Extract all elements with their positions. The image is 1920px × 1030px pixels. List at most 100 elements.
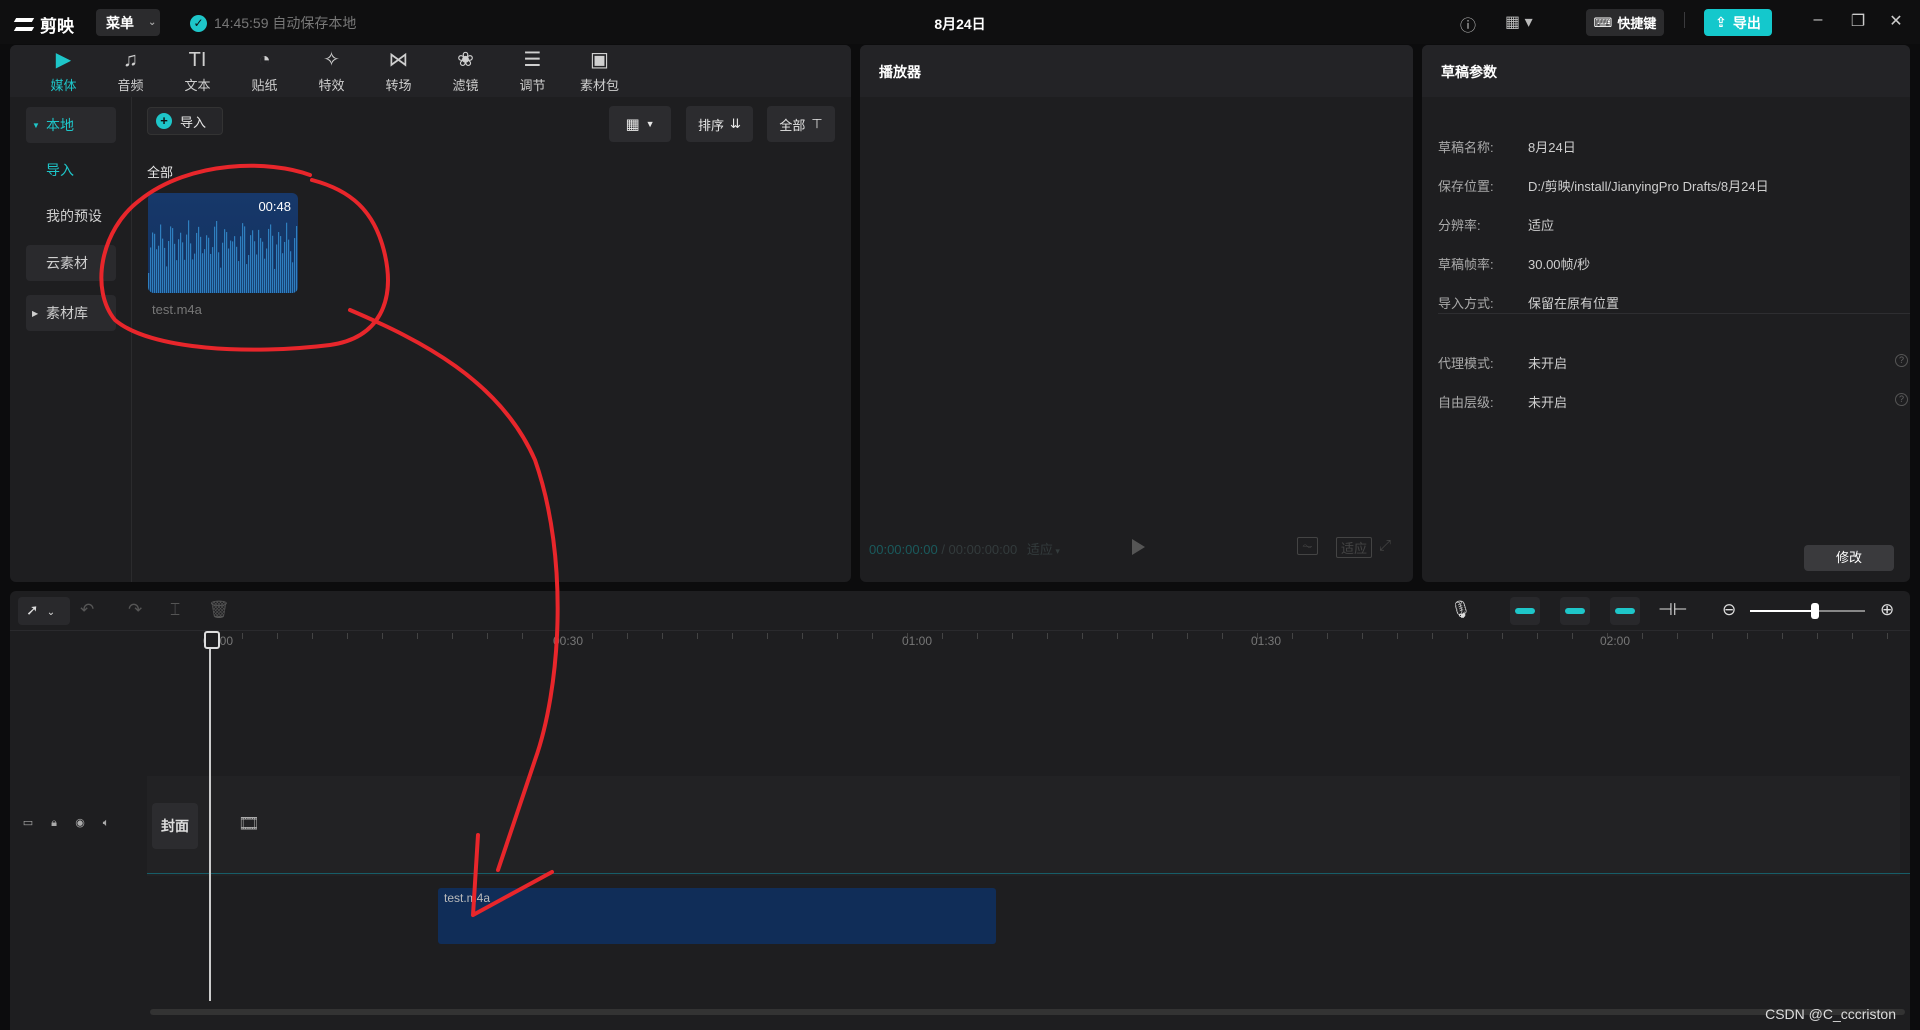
tab-sticker[interactable]: ◔ 贴纸 bbox=[231, 45, 298, 97]
tab-label: 素材包 bbox=[579, 77, 619, 93]
section-label-all: 全部 bbox=[147, 165, 174, 180]
ruler-tick bbox=[732, 633, 733, 639]
media-panel: ▶ 媒体 ♫ 音频 TI 文本 ◔ 贴纸 ✧ 特效 ⋈ 转场 ❀ 滤镜 ☰ 调节 ▣ 素材包 ▼ 本地 导入 我的… bbox=[10, 45, 851, 582]
ruler-tick bbox=[1362, 633, 1363, 639]
lock-icon[interactable]: 🔒︎ bbox=[46, 815, 62, 831]
main-track-magnet-toggle[interactable] bbox=[1510, 597, 1540, 625]
select-tool-button[interactable]: ➚ ⌄ bbox=[18, 597, 70, 625]
draft-row-value: 未开启 bbox=[1528, 356, 1568, 371]
main-track[interactable] bbox=[147, 776, 1900, 876]
ruler-tick bbox=[242, 633, 243, 639]
effects-icon: ✧ bbox=[323, 48, 340, 71]
export-label: 导出 bbox=[1732, 14, 1761, 31]
sidebar-item-label: 导入 bbox=[46, 162, 74, 178]
preview-axis-icon[interactable]: ⊣⊢ bbox=[1658, 600, 1688, 620]
ruler-tick bbox=[697, 633, 698, 639]
sidebar-item-presets[interactable]: 我的预设 bbox=[26, 198, 116, 234]
sort-button[interactable]: 排序 ⇊ bbox=[686, 106, 753, 142]
view-mode-button[interactable]: ▦ ▼ bbox=[609, 106, 671, 142]
menu-button[interactable]: 菜单 ⌄ bbox=[96, 9, 160, 36]
fullscreen-icon[interactable]: ⤢ bbox=[1375, 537, 1395, 554]
current-time: 00:00:00:00 bbox=[869, 542, 938, 557]
clip-label: test.m4a bbox=[444, 891, 491, 905]
tab-label: 文本 bbox=[184, 77, 211, 93]
ruler-label: 02:00 bbox=[1600, 634, 1631, 648]
close-icon[interactable]: ✕ bbox=[1886, 11, 1906, 31]
eye-icon[interactable]: ◉ bbox=[72, 815, 88, 831]
play-icon[interactable] bbox=[1132, 539, 1145, 555]
tab-label: 滤镜 bbox=[452, 77, 479, 93]
audio-icon: ♫ bbox=[123, 48, 138, 71]
filter-button[interactable]: 全部 ⊤ bbox=[767, 106, 835, 142]
ruler-tick bbox=[767, 633, 768, 639]
sidebar-item-label: 我的预设 bbox=[46, 208, 102, 224]
speaker-icon[interactable]: 🔈︎ bbox=[98, 815, 114, 831]
tab-transition[interactable]: ⋈ 转场 bbox=[365, 45, 432, 97]
help-icon[interactable]: ? bbox=[1895, 393, 1908, 406]
shortcut-button[interactable]: ⌨ 快捷键 bbox=[1586, 9, 1664, 36]
export-button[interactable]: ⇪ 导出 bbox=[1704, 9, 1772, 36]
undo-icon[interactable]: ↶ bbox=[80, 600, 94, 620]
ruler-tick bbox=[1887, 633, 1888, 639]
audio-clip[interactable]: test.m4a bbox=[438, 888, 996, 944]
film-icon[interactable]: 🎞︎ bbox=[238, 814, 260, 834]
media-thumbnail[interactable]: 00:48 bbox=[148, 193, 298, 293]
ruler-tick bbox=[1117, 633, 1118, 639]
tab-adjust[interactable]: ☰ 调节 bbox=[499, 45, 566, 97]
microphone-icon[interactable]: 🎙 bbox=[1450, 600, 1472, 620]
minimize-icon[interactable]: – bbox=[1808, 11, 1828, 29]
timecode: 00:00:00:00 / 00:00:00:00 适应 ▾ bbox=[869, 542, 1060, 557]
sidebar-item-local[interactable]: ▼ 本地 bbox=[26, 107, 116, 143]
ruler-tick bbox=[452, 633, 453, 639]
tab-media[interactable]: ▶ 媒体 bbox=[30, 45, 97, 97]
ruler-tick bbox=[347, 633, 348, 639]
restore-icon[interactable]: ❐ bbox=[1848, 11, 1868, 31]
cover-button[interactable]: 封面 bbox=[152, 803, 198, 849]
tab-text[interactable]: TI 文本 bbox=[164, 45, 231, 97]
playhead[interactable] bbox=[204, 631, 220, 1001]
ruler-tick bbox=[977, 633, 978, 639]
app-name: 剪映 bbox=[40, 17, 74, 36]
tab-package[interactable]: ▣ 素材包 bbox=[566, 45, 633, 97]
waveform-view-icon[interactable]: ⏦ bbox=[1297, 537, 1318, 555]
caret-right-icon: ▶ bbox=[32, 308, 39, 318]
tab-effects[interactable]: ✧ 特效 bbox=[298, 45, 365, 97]
ruler-tick bbox=[1817, 633, 1818, 639]
tab-audio[interactable]: ♫ 音频 bbox=[97, 45, 164, 97]
horizontal-scrollbar[interactable] bbox=[150, 1009, 1905, 1015]
total-time: 00:00:00:00 bbox=[948, 542, 1018, 557]
time-ruler[interactable]: 00:0000:3001:0001:3002:00 bbox=[147, 631, 1910, 653]
zoom-out-icon[interactable]: ⊖ bbox=[1722, 600, 1736, 620]
track-divider bbox=[147, 873, 1910, 874]
zoom-slider-handle[interactable] bbox=[1811, 603, 1819, 619]
auto-snap-toggle[interactable] bbox=[1560, 597, 1590, 625]
modify-button[interactable]: 修改 bbox=[1804, 545, 1894, 571]
ruler-tick bbox=[1677, 633, 1678, 639]
transition-icon: ⋈ bbox=[388, 48, 409, 71]
ratio-dropdown[interactable]: 适应 bbox=[1027, 542, 1053, 557]
sidebar-item-cloud[interactable]: 云素材 bbox=[26, 245, 116, 281]
linkage-toggle[interactable] bbox=[1610, 597, 1640, 625]
help-icon[interactable]: ? bbox=[1895, 354, 1908, 367]
sidebar-item-import[interactable]: 导入 bbox=[26, 152, 116, 188]
layout-icon[interactable]: ▦ ▾ bbox=[1505, 12, 1533, 32]
help-icon[interactable]: ⓘ bbox=[1460, 12, 1476, 36]
import-button[interactable]: + 导入 bbox=[147, 107, 223, 135]
split-icon[interactable]: ⌶ bbox=[170, 600, 180, 620]
ruler-tick bbox=[802, 633, 803, 639]
tab-filter[interactable]: ❀ 滤镜 bbox=[432, 45, 499, 97]
ruler-tick bbox=[837, 633, 838, 639]
sidebar-item-library[interactable]: ▶ 素材库 bbox=[26, 295, 116, 331]
ruler-tick bbox=[907, 633, 908, 639]
delete-icon[interactable]: 🗑 bbox=[208, 600, 230, 620]
sort-label: 排序 bbox=[698, 117, 725, 133]
package-icon: ▣ bbox=[590, 48, 609, 71]
redo-icon[interactable]: ↷ bbox=[128, 600, 142, 620]
zoom-in-icon[interactable]: ⊕ bbox=[1880, 600, 1894, 620]
fit-button[interactable]: 适应 bbox=[1336, 537, 1373, 558]
track-cover-icon[interactable]: ▭ bbox=[20, 815, 36, 831]
ruler-tick bbox=[277, 633, 278, 639]
player-title: 播放器 bbox=[860, 45, 1413, 97]
ruler-tick bbox=[1222, 633, 1223, 639]
draft-row-key: 代理模式: bbox=[1438, 356, 1494, 371]
